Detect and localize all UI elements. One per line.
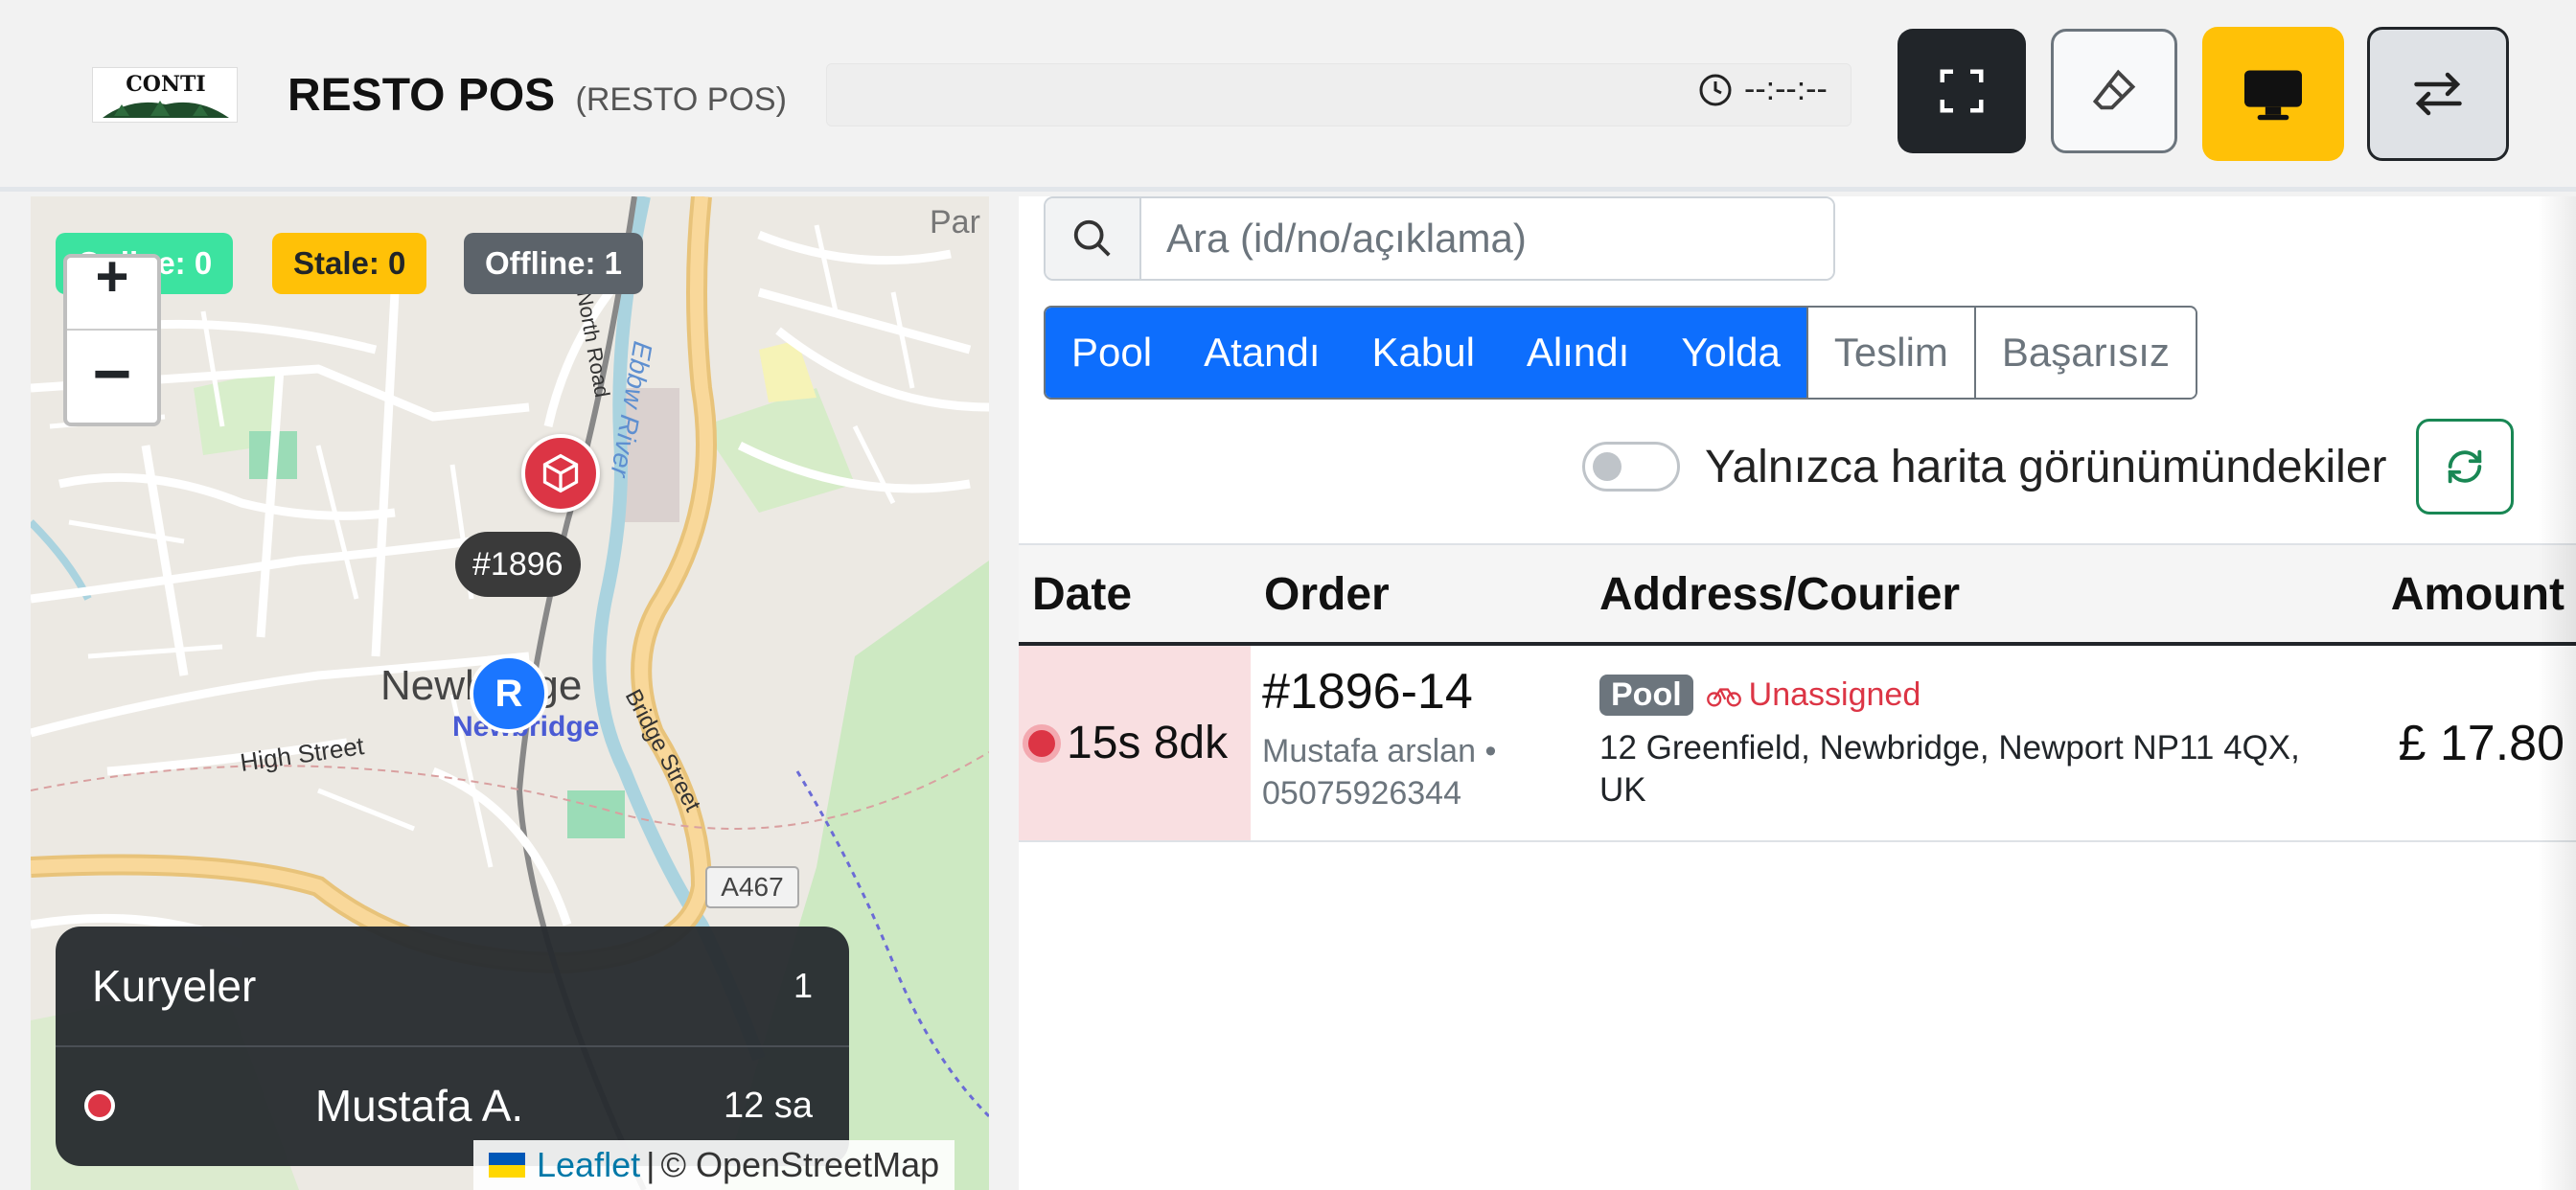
package-icon	[542, 453, 579, 493]
tab-pool[interactable]: Pool	[1046, 308, 1179, 398]
map-attribution: Leaflet | © OpenStreetMap	[473, 1140, 955, 1190]
fullscreen-icon	[1940, 69, 1984, 113]
order-age: 15s 8dk	[1067, 718, 1229, 768]
search-input[interactable]	[1141, 198, 1833, 279]
couriers-panel-header[interactable]: Kuryeler 1	[56, 927, 849, 1047]
couriers-title: Kuryeler	[92, 961, 257, 1011]
clock: --:--:--	[1698, 71, 1828, 108]
order-marker[interactable]	[521, 434, 600, 513]
tab-failed[interactable]: Başarısız	[1973, 308, 2196, 398]
search-icon	[1046, 198, 1141, 279]
swap-arrows-icon	[2414, 72, 2462, 116]
map-view-only-label: Yalnızca harita görünümündekiler	[1705, 441, 2387, 492]
order-marker-label[interactable]: #1896	[455, 532, 581, 597]
tab-on-the-way[interactable]: Yolda	[1655, 308, 1806, 398]
order-status-dot	[1023, 723, 1061, 763]
stale-count-badge: Stale: 0	[272, 233, 427, 294]
courier-assignment: Unassigned	[1706, 676, 1921, 714]
restaurant-logo: CONTI	[92, 67, 238, 123]
bicycle-icon	[1706, 687, 1741, 706]
orders-panel: Pool Atandı Kabul Alındı Yolda Teslim Ba…	[1019, 196, 2576, 1190]
ukraine-flag-icon	[489, 1153, 525, 1178]
column-order[interactable]: Order	[1264, 545, 1390, 644]
courier-status-text: Unassigned	[1748, 676, 1921, 713]
delivery-address: 12 Greenfield, Newbridge, Newport NP11 4…	[1599, 729, 2300, 809]
table-row[interactable]: 15s 8dk #1896-14 Mustafa arslan • 050759…	[1019, 646, 2576, 842]
column-date[interactable]: Date	[1032, 545, 1132, 644]
leaflet-link[interactable]: Leaflet	[537, 1145, 640, 1185]
map-view-only-toggle[interactable]	[1582, 442, 1680, 492]
courier-last-seen: 12 sa	[724, 1085, 813, 1126]
couriers-panel: Kuryeler 1 Mustafa A. 12 sa	[56, 927, 849, 1166]
pool-badge: Pool	[1599, 675, 1693, 716]
zoom-in-button[interactable]: +	[67, 258, 157, 331]
courier-name: Mustafa A.	[314, 1081, 524, 1131]
app-subtitle: (RESTO POS)	[575, 81, 787, 118]
order-age-cell: 15s 8dk	[1019, 646, 1251, 840]
scroll-edge	[2538, 196, 2576, 1190]
display-mode-button[interactable]	[2202, 27, 2344, 161]
tab-picked-up[interactable]: Alındı	[1500, 308, 1656, 398]
customer-name: Mustafa arslan •	[1262, 733, 1497, 769]
monitor-icon	[2244, 70, 2302, 121]
zoom-control: + −	[63, 254, 161, 426]
refresh-icon	[2448, 449, 2481, 484]
fullscreen-button[interactable]	[1898, 29, 2026, 153]
tab-accepted[interactable]: Kabul	[1346, 308, 1501, 398]
map-label-road-a467: A467	[721, 872, 783, 902]
couriers-count: 1	[793, 966, 813, 1005]
clear-button[interactable]	[2051, 29, 2177, 153]
zoom-out-button[interactable]: −	[67, 331, 157, 423]
orders-table: Date Order Address/Courier Amount 15s 8d…	[1019, 543, 2576, 842]
tab-assigned[interactable]: Atandı	[1178, 308, 1346, 398]
offline-count-badge: Offline: 1	[464, 233, 644, 294]
customer-phone: 05075926344	[1262, 775, 1462, 812]
customer-info: Mustafa arslan • 05075926344	[1262, 730, 1578, 814]
delivery-map[interactable]: Newbridge Newbridge High Street Bridge S…	[31, 196, 989, 1190]
refresh-button[interactable]	[2415, 419, 2514, 515]
top-navbar: CONTI RESTO POS (RESTO POS) --:--:--	[0, 0, 2576, 192]
app-title: RESTO POS (RESTO POS)	[288, 70, 787, 121]
orders-table-header: Date Order Address/Courier Amount	[1019, 543, 2576, 646]
order-info-cell: #1896-14 Mustafa arslan • 05075926344	[1262, 663, 1578, 814]
tab-delivered[interactable]: Teslim	[1806, 308, 1974, 398]
clock-text: --:--:--	[1744, 71, 1828, 107]
map-view-filter: Yalnızca harita görünümündekiler	[1582, 419, 2514, 515]
order-number[interactable]: #1896-14	[1262, 663, 1578, 721]
address-courier-cell: Pool Unassigned 12 Greenfield, Newbridge…	[1599, 675, 2328, 812]
restaurant-marker[interactable]: R	[470, 654, 548, 733]
map-label-park: Par	[930, 204, 980, 240]
order-search	[1044, 196, 1835, 281]
osm-credit[interactable]: © OpenStreetMap	[660, 1145, 939, 1185]
courier-status-dot	[84, 1090, 115, 1121]
switch-view-button[interactable]	[2367, 27, 2509, 161]
column-address-courier[interactable]: Address/Courier	[1599, 545, 1960, 644]
status-filter-tabs: Pool Atandı Kabul Alındı Yolda Teslim Ba…	[1044, 306, 2197, 400]
clock-icon	[1699, 74, 1732, 105]
eraser-icon	[2092, 69, 2136, 110]
svg-text:CONTI: CONTI	[126, 72, 205, 97]
attribution-separator: |	[646, 1145, 656, 1184]
